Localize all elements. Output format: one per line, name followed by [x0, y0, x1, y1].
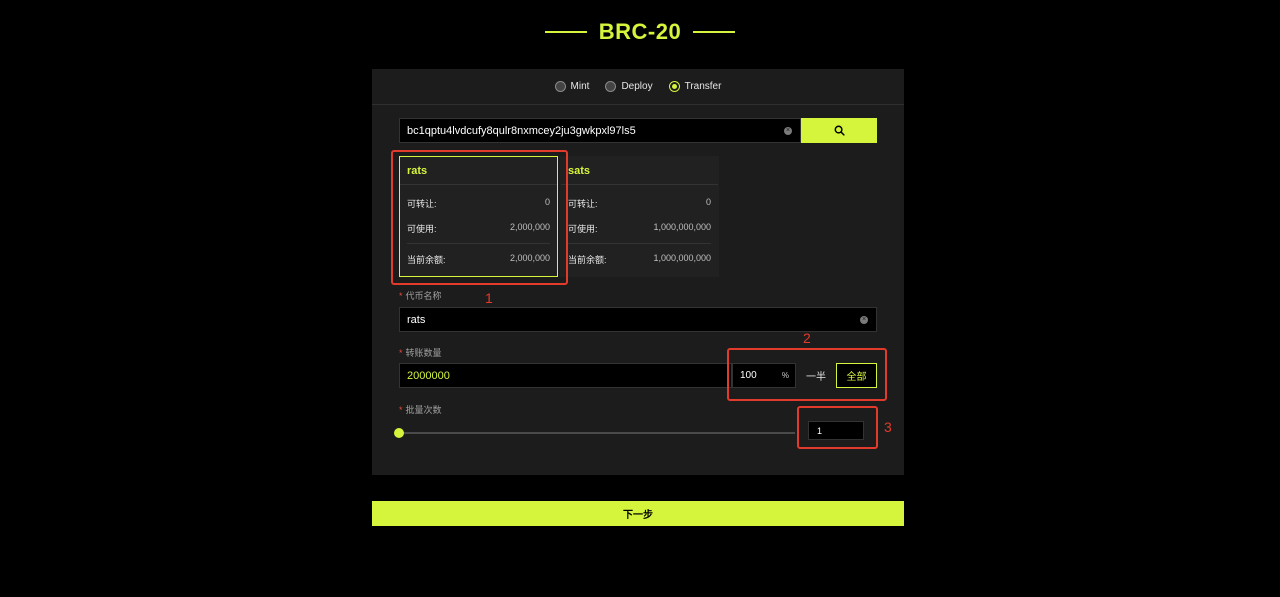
token-balance-row: 当前余额: 1,000,000,000: [568, 253, 711, 266]
batch-label: * 批量次数: [399, 403, 442, 416]
close-circle-icon[interactable]: ×: [860, 316, 868, 324]
transferable-label: 可转让:: [568, 199, 598, 209]
batch-slider-handle[interactable]: [394, 428, 404, 438]
page-header: BRC-20: [0, 14, 1280, 50]
annotation-label-2: 2: [803, 330, 811, 346]
batch-slider[interactable]: [394, 428, 795, 438]
transferable-value: 0: [705, 197, 711, 207]
title-line-right: [693, 31, 736, 33]
batch-label-text: 批量次数: [405, 405, 442, 415]
transfer-radio[interactable]: [668, 81, 680, 92]
annotation-label-3: 3: [884, 419, 892, 435]
token-name-value: rats: [407, 313, 426, 326]
address-value: bc1qptu4lvdcufy8qulr8nxmcey2ju3gwkpxl97l…: [407, 124, 636, 137]
search-button[interactable]: [801, 118, 877, 143]
token-transferable-row: 可转让: 0: [568, 197, 711, 210]
required-mark: *: [399, 405, 403, 415]
title-line-left: [544, 31, 587, 33]
tab-deploy[interactable]: Deploy: [605, 81, 653, 92]
amount-label-text: 转账数量: [405, 348, 442, 358]
token-name-input[interactable]: rats ×: [399, 307, 877, 332]
token-name-label-text: 代币名称: [405, 291, 442, 301]
token-available-row: 可使用: 1,000,000,000: [568, 222, 711, 235]
next-step-button[interactable]: 下一步: [372, 501, 904, 526]
token-name-label: * 代币名称: [399, 289, 442, 302]
annotation-box-2: [727, 348, 887, 401]
tab-mint-label: Mint: [570, 81, 590, 92]
deploy-radio[interactable]: [605, 81, 617, 92]
balance-label: 当前余额:: [568, 255, 607, 265]
balance-value: 1,000,000,000: [653, 253, 711, 263]
amount-value: 2000000: [407, 369, 450, 382]
token-card-title: sats: [561, 157, 718, 185]
search-icon: [834, 125, 845, 136]
annotation-box-3: [797, 406, 878, 449]
amount-input[interactable]: 2000000: [399, 363, 732, 388]
available-label: 可使用:: [568, 224, 598, 234]
tab-mint[interactable]: Mint: [554, 81, 590, 92]
tab-transfer[interactable]: Transfer: [668, 81, 722, 92]
amount-label: * 转账数量: [399, 346, 442, 359]
mint-radio[interactable]: [554, 81, 566, 92]
operation-tabs: Mint Deploy Transfer: [372, 69, 904, 105]
address-input[interactable]: bc1qptu4lvdcufy8qulr8nxmcey2ju3gwkpxl97l…: [399, 118, 801, 143]
required-mark: *: [399, 348, 403, 358]
required-mark: *: [399, 291, 403, 301]
tab-transfer-label: Transfer: [684, 81, 722, 92]
annotation-label-1: 1: [485, 290, 493, 306]
annotation-box-1: [391, 150, 568, 285]
available-value: 1,000,000,000: [653, 222, 711, 232]
card-divider: [568, 243, 711, 244]
tab-deploy-label: Deploy: [621, 81, 653, 92]
close-circle-icon[interactable]: ×: [784, 127, 792, 135]
token-card-sats[interactable]: sats 可转让: 0 可使用: 1,000,000,000 当前余额: 1,0…: [560, 156, 719, 277]
page-title: BRC-20: [598, 19, 682, 44]
